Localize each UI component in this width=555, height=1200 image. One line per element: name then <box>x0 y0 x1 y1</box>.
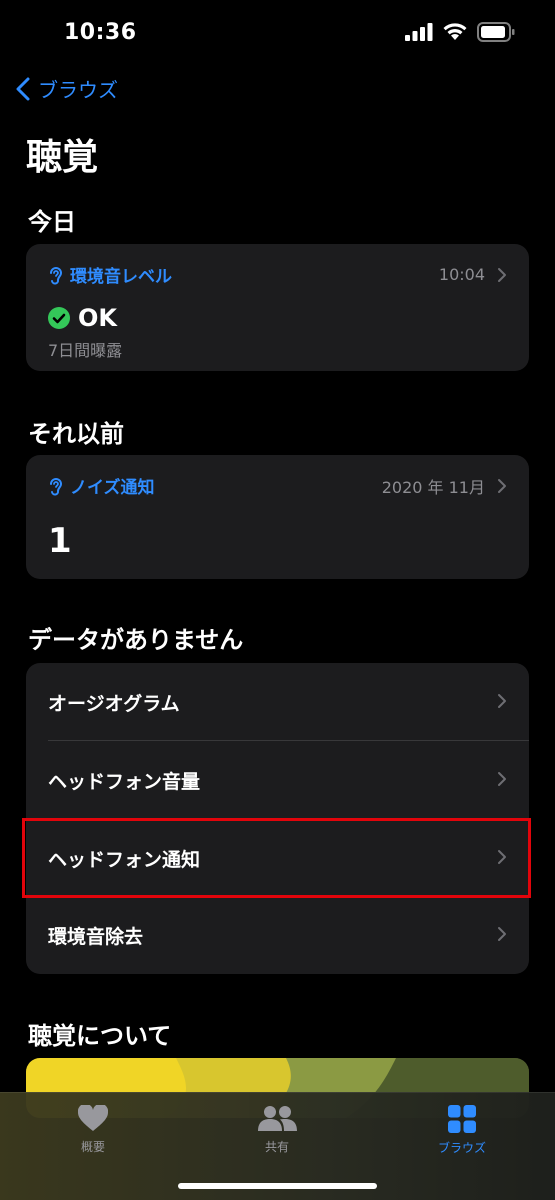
env-status-value: OK <box>78 304 117 332</box>
tab-label: 共有 <box>264 1140 289 1154</box>
section-header-earlier: それ以前 <box>28 420 124 448</box>
back-label: ブラウズ <box>38 78 118 102</box>
grid-icon <box>448 1105 476 1133</box>
back-button[interactable]: ブラウズ <box>16 74 118 103</box>
tab-browse[interactable]: ブラウズ <box>407 1105 517 1156</box>
list-item-label: オージオグラム <box>48 692 180 715</box>
section-header-no-data: データがありません <box>28 626 244 654</box>
list-item-headphone-volume[interactable]: ヘッドフォン音量 <box>26 741 529 819</box>
tab-sharing[interactable]: 共有 <box>222 1105 332 1155</box>
env-level-time: 10:04 <box>438 265 485 284</box>
chevron-right-icon <box>498 772 506 786</box>
section-header-about: 聴覚について <box>28 1022 172 1050</box>
chevron-right-icon <box>498 927 506 941</box>
cellular-signal-icon <box>405 23 433 41</box>
highlight-box <box>22 818 531 898</box>
chevron-right-icon <box>498 478 506 493</box>
list-item-noise-reduction[interactable]: 環境音除去 <box>26 896 529 974</box>
chevron-right-icon <box>498 267 506 282</box>
people-icon <box>258 1106 297 1131</box>
tab-summary[interactable]: 概要 <box>38 1105 148 1155</box>
env-status: OK <box>48 304 117 332</box>
page-title: 聴覚 <box>26 137 99 178</box>
chevron-right-icon <box>498 694 506 708</box>
home-indicator <box>178 1183 377 1189</box>
section-header-today: 今日 <box>28 208 76 236</box>
env-level-card[interactable]: 環境音レベル 10:04 OK 7日間曝露 <box>26 244 529 371</box>
tab-label: 概要 <box>80 1140 105 1154</box>
noise-notification-label: ノイズ通知 <box>70 478 155 498</box>
checkmark-circle-icon <box>48 307 70 329</box>
battery-icon <box>477 22 515 42</box>
env-level-label: 環境音レベル <box>70 267 172 287</box>
ear-icon <box>50 477 63 496</box>
list-item-audiogram[interactable]: オージオグラム <box>26 663 529 741</box>
status-bar: 10:36 <box>0 0 555 66</box>
tab-label: ブラウズ <box>437 1141 486 1155</box>
list-item-label: 環境音除去 <box>48 925 144 948</box>
env-status-subtitle: 7日間曝露 <box>48 341 123 360</box>
heart-icon <box>78 1105 108 1131</box>
status-icons <box>405 22 515 42</box>
list-item-label: ヘッドフォン音量 <box>48 770 201 793</box>
ear-icon <box>50 266 63 285</box>
noise-notification-date: 2020 年 11月 <box>381 477 485 497</box>
status-time: 10:36 <box>64 20 137 45</box>
noise-notification-card[interactable]: ノイズ通知 2020 年 11月 1 <box>26 455 529 579</box>
noise-notification-count: 1 <box>48 521 72 561</box>
chevron-left-icon <box>16 77 30 100</box>
wifi-icon <box>443 23 467 40</box>
